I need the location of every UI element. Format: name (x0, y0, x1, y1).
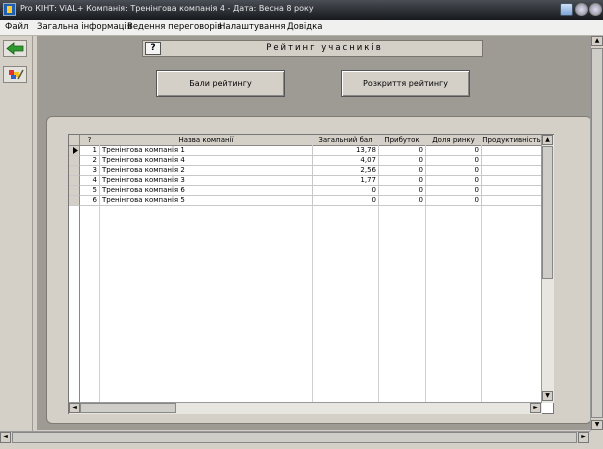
cell-profit: 0 (379, 186, 426, 196)
window-scroll-up-button[interactable]: ▲ (591, 36, 603, 46)
window-scroll-down-button[interactable]: ▼ (591, 420, 603, 430)
window-title: Pro КІНТ: ViAL+ Компанія: Тренінгова ком… (20, 4, 314, 13)
cell-rank: 1 (80, 146, 100, 156)
cell-company-name: Тренінгова компанія 5 (100, 196, 313, 206)
cell-total-score: 0 (313, 196, 379, 206)
minimize-icon[interactable] (575, 3, 588, 16)
table-row[interactable]: 3 Тренінгова компанія 2 2,56 0 0 (69, 166, 542, 176)
cell-productivity (482, 186, 542, 196)
menu-bar: Файл Загальна інформація Ведення перегов… (0, 20, 603, 36)
document-icon[interactable] (560, 3, 573, 16)
column-header-share[interactable]: Доля ринку (426, 135, 482, 146)
cell-company-name: Тренінгова компанія 1 (100, 146, 313, 156)
cell-profit: 0 (379, 196, 426, 206)
menu-file[interactable]: Файл (5, 22, 28, 32)
cell-profit: 0 (379, 156, 426, 166)
horizontal-scroll-thumb[interactable] (80, 403, 176, 413)
cell-productivity (482, 196, 542, 206)
status-bar (0, 443, 603, 449)
column-header-name[interactable]: Назва компанії (100, 135, 313, 146)
row-indicator[interactable] (69, 186, 80, 196)
cell-total-score: 13,78 (313, 146, 379, 156)
scroll-down-button[interactable]: ▼ (542, 391, 553, 401)
column-header-profit[interactable]: Прибуток (379, 135, 426, 146)
grid-vertical-scrollbar[interactable]: ▲ ▼ (541, 135, 554, 403)
cell-profit: 0 (379, 146, 426, 156)
scroll-right-button[interactable]: ► (530, 403, 541, 413)
page-title: Рейтинг учасників (266, 43, 383, 53)
rating-grid[interactable]: ? Назва компанії Загальний бал Прибуток … (68, 134, 554, 414)
cell-productivity (482, 156, 542, 166)
cell-rank: 3 (80, 166, 100, 176)
cell-market-share: 0 (426, 156, 482, 166)
row-indicator[interactable] (69, 176, 80, 186)
cell-company-name: Тренінгова компанія 3 (100, 176, 313, 186)
menu-help[interactable]: Довідка (287, 22, 322, 32)
scroll-up-button[interactable]: ▲ (542, 135, 553, 145)
cell-market-share: 0 (426, 176, 482, 186)
cell-total-score: 2,56 (313, 166, 379, 176)
cell-market-share: 0 (426, 196, 482, 206)
menu-settings[interactable]: Налаштування (219, 22, 285, 32)
table-row[interactable]: 2 Тренінгова компанія 4 4,07 0 0 (69, 156, 542, 166)
menu-general-info[interactable]: Загальна інформація (37, 22, 132, 32)
tools-button[interactable] (3, 66, 27, 83)
cell-rank: 6 (80, 196, 100, 206)
row-indicator[interactable] (69, 146, 80, 156)
help-button[interactable]: ? (145, 42, 161, 55)
window-vertical-thumb[interactable] (591, 48, 603, 418)
column-header-rank[interactable]: ? (80, 135, 100, 146)
grid-horizontal-scrollbar[interactable]: ◄ ► (69, 402, 542, 414)
cell-rank: 4 (80, 176, 100, 186)
row-indicator[interactable] (69, 156, 80, 166)
current-row-pointer-icon (73, 147, 78, 154)
window-vertical-scrollbar[interactable]: ▲ ▼ (590, 36, 603, 431)
window-horizontal-thumb[interactable] (12, 432, 577, 443)
cell-company-name: Тренінгова компанія 6 (100, 186, 313, 196)
cell-productivity (482, 146, 542, 156)
back-button[interactable] (3, 40, 27, 57)
window-scroll-right-button[interactable]: ► (578, 432, 589, 443)
table-row[interactable]: 1 Тренінгова компанія 1 13,78 0 0 (69, 146, 542, 156)
cell-market-share: 0 (426, 146, 482, 156)
menu-negotiations[interactable]: Ведення переговорів (127, 22, 222, 32)
column-header-productivity[interactable]: Продуктивність (482, 135, 542, 146)
cell-company-name: Тренінгова компанія 4 (100, 156, 313, 166)
arrow-left-icon (6, 42, 24, 55)
cell-company-name: Тренінгова компанія 2 (100, 166, 313, 176)
window-scroll-left-button[interactable]: ◄ (0, 432, 11, 443)
cell-profit: 0 (379, 176, 426, 186)
title-bar: Pro КІНТ: ViAL+ Компанія: Тренінгова ком… (0, 0, 603, 20)
cell-total-score: 4,07 (313, 156, 379, 166)
scores-button[interactable]: Бали рейтингу (156, 70, 285, 97)
table-row[interactable]: 5 Тренінгова компанія 6000 (69, 186, 542, 196)
paint-tools-icon (9, 69, 24, 80)
row-indicator[interactable] (69, 166, 80, 176)
rating-header: ? Рейтинг учасників (142, 40, 483, 57)
left-toolbar (0, 36, 33, 431)
cell-market-share: 0 (426, 166, 482, 176)
column-header-total[interactable]: Загальний бал (313, 135, 379, 146)
scroll-left-button[interactable]: ◄ (69, 403, 80, 413)
vertical-scroll-thumb[interactable] (542, 146, 553, 279)
cell-productivity (482, 166, 542, 176)
cell-profit: 0 (379, 166, 426, 176)
cell-productivity (482, 176, 542, 186)
table-row[interactable]: 6 Тренінгова компанія 5000 (69, 196, 542, 206)
cell-total-score: 1,77 (313, 176, 379, 186)
disclosure-button[interactable]: Розкриття рейтингу (341, 70, 470, 97)
row-indicator[interactable] (69, 196, 80, 206)
cell-total-score: 0 (313, 186, 379, 196)
cell-rank: 5 (80, 186, 100, 196)
table-row[interactable]: 4 Тренінгова компанія 3 1,77 0 0 (69, 176, 542, 186)
cell-rank: 2 (80, 156, 100, 166)
close-icon[interactable] (589, 3, 602, 16)
app-icon (3, 3, 16, 16)
cell-market-share: 0 (426, 186, 482, 196)
